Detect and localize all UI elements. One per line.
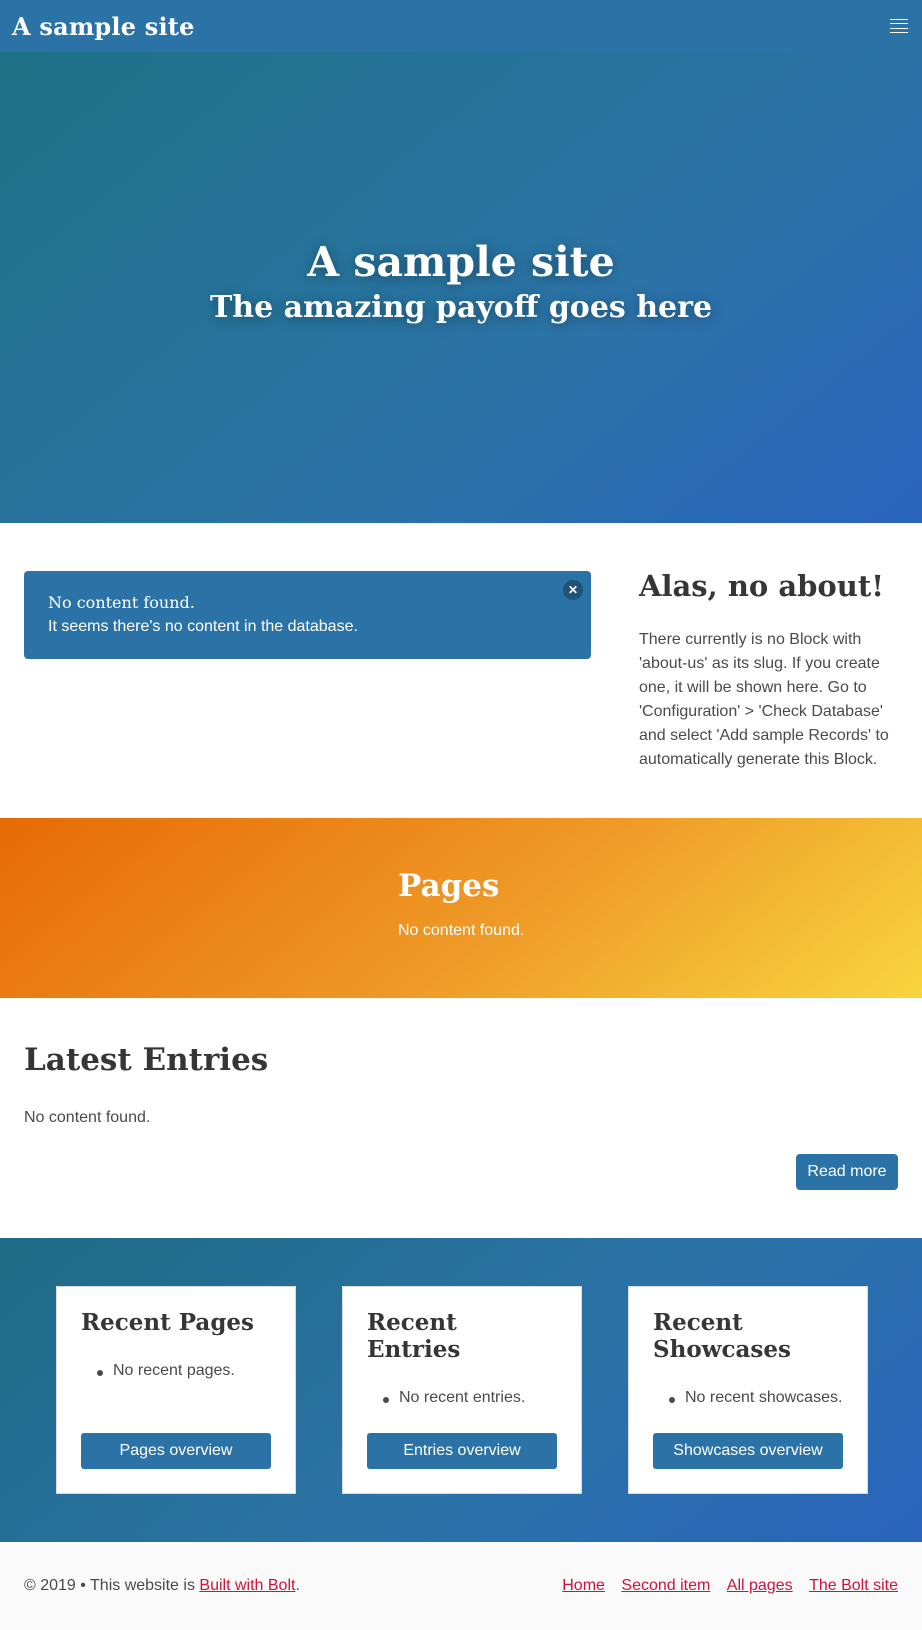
recent-pages-card: Recent Pages No recent pages. Pages over… <box>56 1286 296 1494</box>
card-title: Recent Pages <box>81 1309 254 1336</box>
pages-overview-button[interactable]: Pages overview <box>81 1433 271 1469</box>
navbar: A sample site <box>0 0 922 52</box>
about-title: Alas, no about! <box>639 569 884 603</box>
footer-link-all-pages[interactable]: All pages <box>727 1577 793 1594</box>
footer-link-second-item[interactable]: Second item <box>621 1577 710 1594</box>
hero-title: A sample site <box>307 238 615 286</box>
notice-body: It seems there's no content in the datab… <box>48 618 358 635</box>
card-title: Recent Showcases <box>653 1309 791 1363</box>
pages-section: Pages No content found. <box>0 818 922 998</box>
hero-subtitle: The amazing payoff goes here <box>209 290 713 325</box>
latest-entries-empty-text: No content found. <box>24 1109 151 1126</box>
footer-nav: Home Second item All pages The Bolt site <box>550 1577 898 1595</box>
recent-entries-card: Recent Entries No recent entries. Entrie… <box>342 1286 582 1494</box>
recent-showcases-card: Recent Showcases No recent showcases. Sh… <box>628 1286 868 1494</box>
built-with-bolt-link[interactable]: Built with Bolt <box>199 1577 295 1594</box>
card-list: No recent showcases. <box>653 1389 843 1407</box>
card-list: No recent entries. <box>367 1389 557 1407</box>
about-section: Alas, no about! There currently is no Bl… <box>639 566 899 772</box>
footer-copyright: © 2019 • This website is Built with Bolt… <box>24 1577 300 1595</box>
pages-empty-text: No content found. <box>398 922 525 939</box>
copyright-suffix: . <box>295 1577 300 1594</box>
notice-title: No content found. <box>48 593 195 612</box>
latest-entries-title: Latest Entries <box>24 1042 269 1078</box>
list-item: No recent entries. <box>383 1389 557 1407</box>
read-more-button[interactable]: Read more <box>796 1154 898 1190</box>
about-body: There currently is no Block with 'about-… <box>639 631 889 768</box>
list-item: No recent showcases. <box>669 1389 843 1407</box>
footer: © 2019 • This website is Built with Bolt… <box>0 1542 922 1630</box>
pages-title: Pages <box>398 868 500 904</box>
entries-overview-button[interactable]: Entries overview <box>367 1433 557 1469</box>
footer-link-home[interactable]: Home <box>562 1577 605 1594</box>
copyright-text: © 2019 • This website is <box>24 1577 200 1594</box>
no-content-notice: ✕ No content found. It seems there's no … <box>24 571 591 659</box>
recent-section: Recent Pages No recent pages. Pages over… <box>0 1238 922 1542</box>
footer-link-bolt-site[interactable]: The Bolt site <box>809 1577 898 1594</box>
list-item: No recent pages. <box>97 1362 271 1380</box>
hero: A sample site The amazing payoff goes he… <box>0 52 922 523</box>
card-title: Recent Entries <box>367 1309 461 1363</box>
card-list: No recent pages. <box>81 1362 271 1380</box>
close-icon[interactable]: ✕ <box>563 580 583 600</box>
brand-logo[interactable]: A sample site <box>12 12 195 41</box>
hamburger-icon[interactable] <box>890 19 908 33</box>
showcases-overview-button[interactable]: Showcases overview <box>653 1433 843 1469</box>
